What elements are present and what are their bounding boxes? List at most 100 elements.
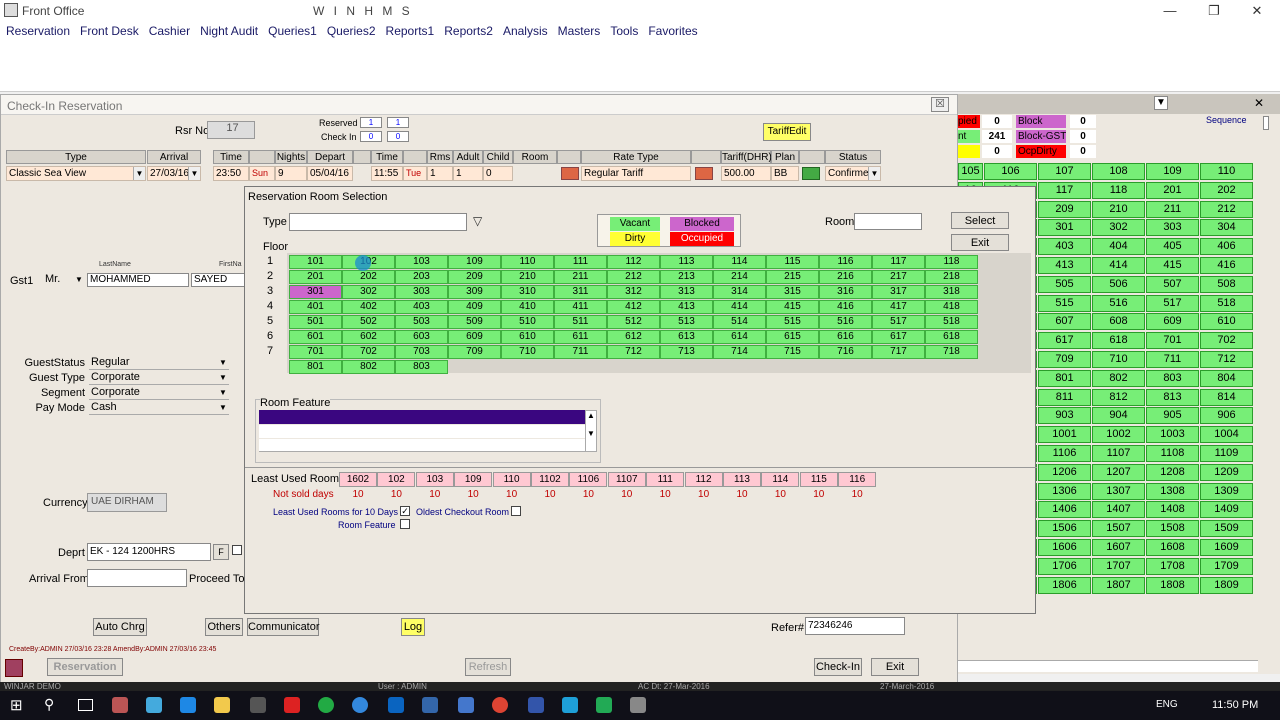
room-status-cell[interactable]: 801 — [1038, 369, 1091, 387]
room-cell[interactable]: 515 — [766, 315, 819, 329]
room-cell[interactable]: 414 — [713, 300, 766, 314]
room-cell[interactable]: 109 — [448, 255, 501, 269]
room-cell[interactable]: 601 — [289, 330, 342, 344]
reservation-icon[interactable] — [5, 659, 23, 677]
least-used-room[interactable]: 109 — [454, 472, 493, 487]
guest-firstname-field[interactable]: SAYED — [191, 273, 245, 287]
room-cell[interactable]: 609 — [448, 330, 501, 344]
room-status-cell[interactable]: 607 — [1038, 313, 1091, 331]
room-cell[interactable]: 711 — [554, 345, 607, 359]
app-icon[interactable] — [528, 697, 544, 713]
minimize-button[interactable]: — — [1150, 2, 1190, 20]
room-cell[interactable]: 615 — [766, 330, 819, 344]
room-cell[interactable]: 410 — [501, 300, 554, 314]
others-button[interactable]: Others — [205, 618, 243, 636]
room-status-cell[interactable]: 903 — [1038, 407, 1091, 425]
task-view-icon[interactable] — [78, 699, 93, 711]
room-status-cell[interactable]: 1807 — [1092, 576, 1145, 594]
menu-queries1[interactable]: Queries1 — [263, 22, 322, 40]
room-status-cell[interactable]: 515 — [1038, 294, 1091, 312]
least-used-room[interactable]: 114 — [761, 472, 800, 487]
room-cell[interactable]: 103 — [395, 255, 448, 269]
edge-icon[interactable] — [180, 697, 196, 713]
room-cell[interactable]: 513 — [660, 315, 713, 329]
room-cell[interactable]: 712 — [607, 345, 660, 359]
rooms-field[interactable]: 1 — [427, 166, 453, 181]
menu-analysis[interactable]: Analysis — [498, 22, 553, 40]
least-used-room[interactable]: 110 — [492, 472, 531, 487]
checkin-button[interactable]: Check-In — [814, 658, 862, 676]
room-cell[interactable]: 511 — [554, 315, 607, 329]
room-status-cell[interactable]: 802 — [1092, 369, 1145, 387]
room-cell[interactable]: 311 — [554, 285, 607, 299]
room-cell[interactable]: 417 — [872, 300, 925, 314]
room-cell[interactable]: 709 — [448, 345, 501, 359]
room-cell[interactable]: 616 — [819, 330, 872, 344]
room-cell[interactable]: 209 — [448, 270, 501, 284]
room-cell[interactable]: 413 — [660, 300, 713, 314]
room-status-cell[interactable]: 212 — [1200, 200, 1253, 218]
room-cell[interactable]: 314 — [713, 285, 766, 299]
room-status-cell[interactable]: 508 — [1200, 275, 1253, 293]
room-status-cell[interactable]: 516 — [1092, 294, 1145, 312]
room-cell[interactable]: 310 — [501, 285, 554, 299]
room-status-cell[interactable]: 505 — [1038, 275, 1091, 293]
type-field[interactable] — [289, 213, 467, 231]
app-icon[interactable] — [596, 697, 612, 713]
room-field[interactable] — [854, 213, 922, 230]
room-status-cell[interactable]: 506 — [1092, 275, 1145, 293]
room-cell[interactable]: 217 — [872, 270, 925, 284]
room-status-cell[interactable]: 1207 — [1092, 463, 1145, 481]
deprt-field[interactable]: EK - 124 1200HRS — [87, 543, 211, 561]
room-status-cell[interactable]: 201 — [1146, 181, 1199, 199]
room-cell[interactable]: 202 — [342, 270, 395, 284]
room-cell[interactable]: 415 — [766, 300, 819, 314]
menu-front-desk[interactable]: Front Desk — [75, 22, 144, 40]
room-cell[interactable]: 717 — [872, 345, 925, 359]
room-status-cell[interactable]: 1206 — [1038, 463, 1091, 481]
room-status-cell[interactable]: 304 — [1200, 219, 1253, 237]
arrival-time-field[interactable]: 23:50 — [213, 166, 249, 181]
least-used-room[interactable]: 111 — [646, 472, 685, 487]
app-icon[interactable] — [318, 697, 334, 713]
room-cell[interactable]: 203 — [395, 270, 448, 284]
room-cell[interactable]: 703 — [395, 345, 448, 359]
room-status-cell[interactable]: 712 — [1200, 351, 1253, 368]
room-status-cell[interactable]: 905 — [1146, 407, 1199, 425]
room-status-cell[interactable]: 1406 — [1038, 501, 1091, 519]
room-status-cell[interactable]: 1606 — [1038, 539, 1091, 556]
room-feature-item[interactable] — [259, 425, 585, 438]
least-used-room[interactable]: 103 — [415, 472, 454, 487]
room-status-cell[interactable]: 814 — [1200, 388, 1253, 406]
room-status-cell[interactable]: 1506 — [1038, 520, 1091, 538]
least-used-room[interactable]: 116 — [838, 472, 877, 487]
room-cell[interactable]: 516 — [819, 315, 872, 329]
room-cell[interactable]: 611 — [554, 330, 607, 344]
close-button[interactable]: ✕ — [1237, 2, 1277, 20]
room-cell[interactable]: 501 — [289, 315, 342, 329]
room-cell[interactable]: 613 — [660, 330, 713, 344]
room-status-cell[interactable]: 302 — [1092, 219, 1145, 237]
menu-tools[interactable]: Tools — [605, 22, 643, 40]
room-status-cell[interactable]: 117 — [1038, 181, 1091, 199]
room-status-cell[interactable]: 710 — [1092, 351, 1145, 368]
room-cell[interactable]: 412 — [607, 300, 660, 314]
least-used-room[interactable]: 1106 — [569, 472, 608, 487]
room-cell[interactable]: 113 — [660, 255, 713, 269]
horizontal-scrollbar[interactable] — [958, 660, 1258, 672]
room-status-cell[interactable]: 803 — [1146, 369, 1199, 387]
room-cell[interactable]: 518 — [925, 315, 978, 329]
arrival-field[interactable]: 27/03/16 ▼ — [147, 166, 201, 181]
room-lookup-icon[interactable] — [561, 167, 579, 180]
exit-button[interactable]: Exit — [871, 658, 919, 676]
skype-icon[interactable] — [562, 697, 578, 713]
room-status-cell[interactable]: 1507 — [1092, 520, 1145, 538]
room-status-cell[interactable]: 608 — [1092, 313, 1145, 331]
room-status-cell[interactable]: 1004 — [1200, 426, 1253, 444]
app-icon[interactable] — [284, 697, 300, 713]
guest-field-select[interactable]: Corporate ▼ — [89, 386, 229, 400]
room-cell[interactable]: 302 — [342, 285, 395, 299]
room-status-cell[interactable]: 1003 — [1146, 426, 1199, 444]
room-status-cell[interactable]: 1706 — [1038, 557, 1091, 575]
app-icon[interactable] — [352, 697, 368, 713]
